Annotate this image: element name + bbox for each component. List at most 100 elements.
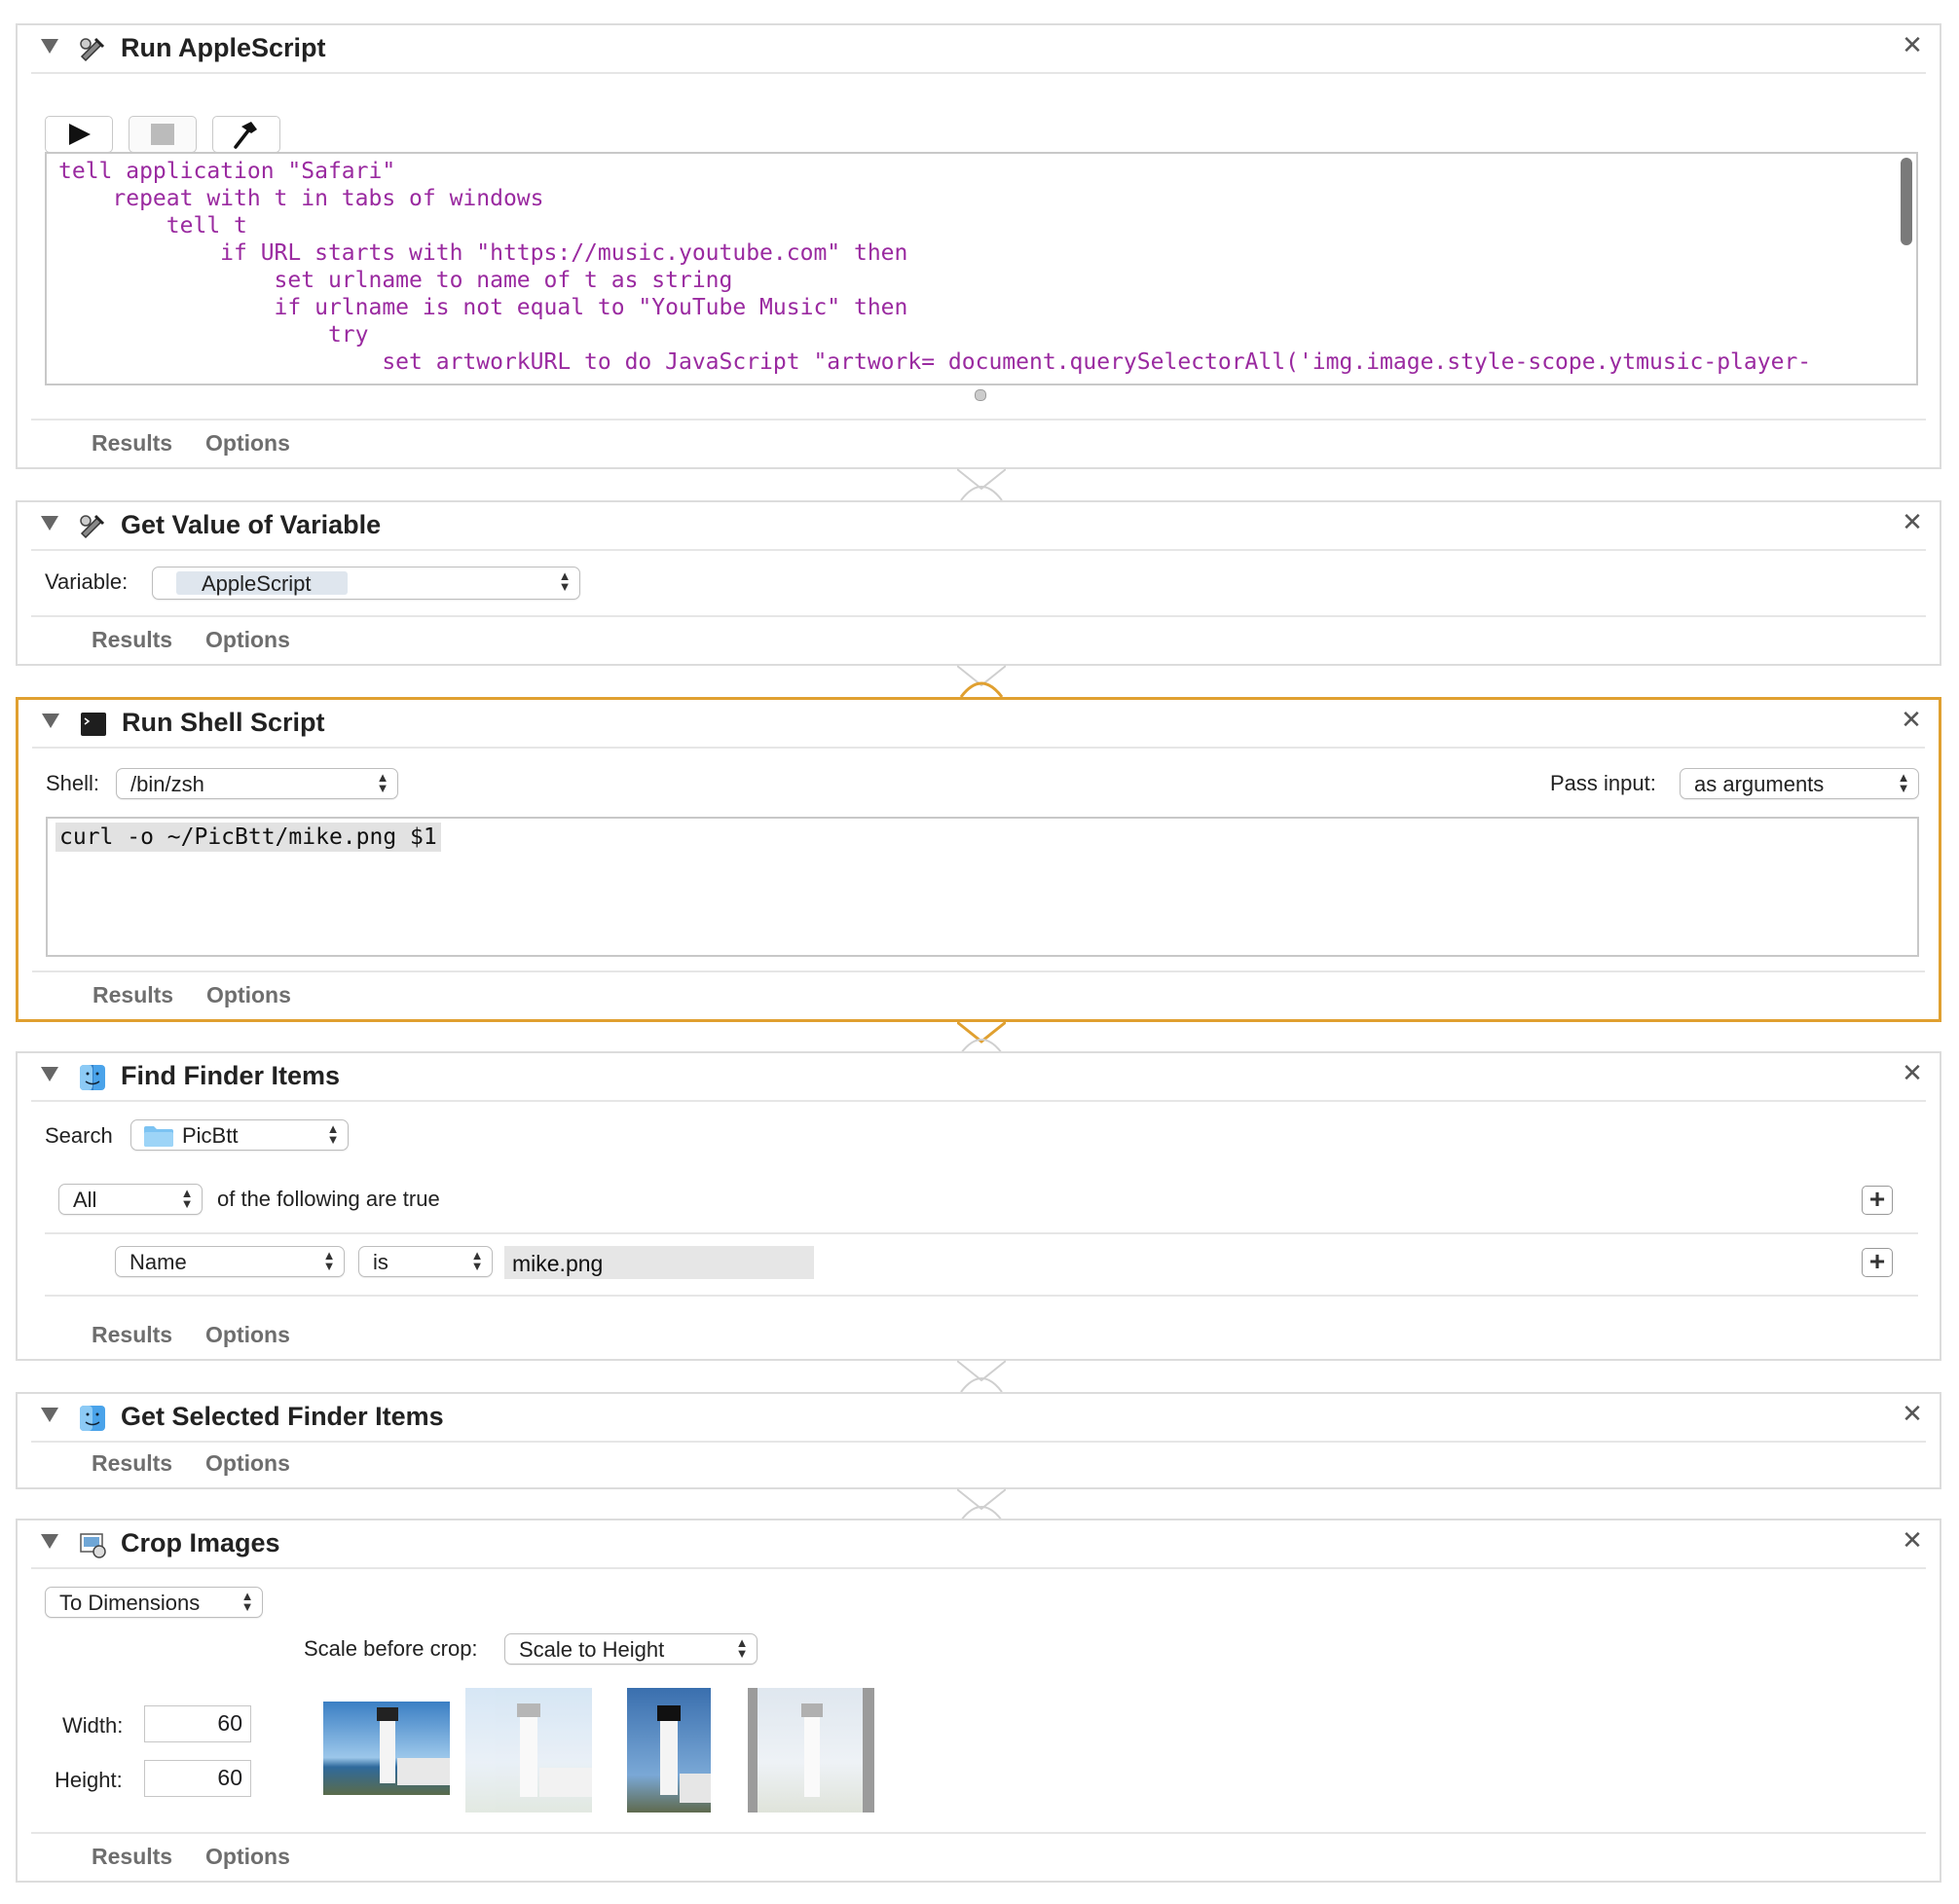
code-line: set urlname to name of t as string [58,268,733,293]
chevron-updown-icon: ▲ ▼ [322,1248,336,1273]
search-location-value: PicBtt [182,1123,239,1148]
action-header: Get Selected Finder Items ✕ [31,1394,1926,1443]
action-connector [957,468,1006,500]
shell-script-editor[interactable]: curl -o ~/PicBtt/mike.png $1 [46,817,1919,957]
add-criteria-button[interactable]: + [1862,1186,1893,1215]
run-applescript-action[interactable]: Run AppleScript ✕ tell application "Safa… [16,23,1941,469]
disclosure-triangle-icon[interactable] [41,516,58,531]
divider [45,1232,1918,1234]
chevron-updown-icon: ▲ ▼ [326,1121,340,1147]
action-header: Run AppleScript ✕ [31,25,1926,74]
match-popup[interactable]: All ▲ ▼ [58,1184,203,1215]
disclosure-triangle-icon[interactable] [41,39,58,54]
options-tab[interactable]: Options [206,982,291,1008]
preview-thumbnail [627,1688,711,1812]
scrollbar-thumb[interactable] [1901,158,1912,245]
options-tab[interactable]: Options [205,1844,290,1870]
run-shell-script-action[interactable]: Run Shell Script ✕ Shell: /bin/zsh ▲ ▼ Pa… [16,697,1941,1022]
variable-value: AppleScript [202,571,312,596]
stop-button[interactable] [129,116,197,153]
results-tab[interactable]: Results [92,1450,172,1477]
get-selected-finder-items-action[interactable]: Get Selected Finder Items ✕ Results Opti… [16,1392,1941,1489]
disclosure-triangle-icon[interactable] [41,1534,58,1549]
criteria-value-field[interactable]: mike.png [504,1246,814,1279]
action-header: Find Finder Items ✕ [31,1053,1926,1102]
find-finder-items-action[interactable]: Find Finder Items ✕ Search PicBtt ▲ ▼ All… [16,1051,1941,1361]
scale-before-crop-label: Scale before crop: [304,1636,478,1661]
results-tab[interactable]: Results [92,627,172,653]
disclosure-triangle-icon[interactable] [42,714,59,728]
action-footer: Results Options [31,1832,1926,1881]
chevron-updown-icon: ▲ ▼ [558,568,572,594]
chevron-updown-icon: ▲ ▼ [376,770,389,795]
code-line: if URL starts with "https://music.youtub… [58,240,908,266]
chevron-updown-icon: ▲ ▼ [180,1186,194,1211]
close-icon[interactable]: ✕ [1899,1059,1926,1086]
compile-button[interactable] [212,116,280,153]
get-value-of-variable-action[interactable]: Get Value of Variable ✕ Variable: AppleS… [16,500,1941,666]
divider [45,1295,1918,1297]
shell-popup[interactable]: /bin/zsh ▲ ▼ [116,768,398,799]
add-criteria-row-button[interactable]: + [1862,1248,1893,1277]
code-line: repeat with t in tabs of windows [58,186,544,211]
action-header: Run Shell Script ✕ [32,700,1925,749]
close-icon[interactable]: ✕ [1898,706,1925,733]
disclosure-triangle-icon[interactable] [41,1067,58,1081]
options-tab[interactable]: Options [205,1450,290,1477]
close-icon[interactable]: ✕ [1899,1400,1926,1427]
action-footer: Results Options [31,419,1926,467]
preview-thumbnail [465,1688,592,1812]
width-field[interactable]: 60 [144,1705,251,1742]
search-location-popup[interactable]: PicBtt ▲ ▼ [130,1119,349,1151]
action-connector [957,1020,1006,1053]
results-tab[interactable]: Results [92,1844,172,1870]
code-line: tell t [58,213,247,238]
height-field[interactable]: 60 [144,1760,251,1797]
results-tab[interactable]: Results [92,1322,172,1348]
action-connector [957,1360,1006,1392]
finder-icon [80,1406,105,1431]
results-tab[interactable]: Results [92,430,172,457]
close-icon[interactable]: ✕ [1899,1526,1926,1554]
action-footer: Results Options [32,970,1925,1019]
variable-popup[interactable]: AppleScript ▲ ▼ [152,567,580,600]
preview-thumbnail [748,1688,874,1812]
resize-handle[interactable] [975,389,986,401]
criteria-field-value: Name [129,1250,187,1274]
action-footer: Results Options [31,1312,1926,1359]
options-tab[interactable]: Options [205,627,290,653]
disclosure-triangle-icon[interactable] [41,1408,58,1422]
crop-mode-popup[interactable]: To Dimensions ▲ ▼ [45,1587,263,1618]
close-icon[interactable]: ✕ [1899,508,1926,535]
action-connector [957,665,1006,697]
run-button[interactable] [45,116,113,153]
criteria-operator-popup[interactable]: is ▲ ▼ [358,1246,493,1277]
scale-before-crop-popup[interactable]: Scale to Height ▲ ▼ [504,1633,758,1665]
variable-label: Variable: [45,569,129,594]
code-line: try [58,322,369,348]
results-tab[interactable]: Results [92,982,173,1008]
action-title: Run Shell Script [122,708,325,737]
play-icon [69,124,91,145]
finder-icon [80,1065,105,1090]
chevron-updown-icon: ▲ ▼ [470,1248,484,1273]
shell-label: Shell: [46,771,100,795]
options-tab[interactable]: Options [205,1322,290,1348]
action-title: Crop Images [121,1528,280,1557]
action-footer: Results Options [31,615,1926,664]
action-title: Run AppleScript [121,33,326,62]
close-icon[interactable]: ✕ [1899,31,1926,58]
action-header: Get Value of Variable ✕ [31,502,1926,551]
match-text: of the following are true [217,1187,440,1211]
options-tab[interactable]: Options [205,430,290,457]
crop-images-action[interactable]: Crop Images ✕ To Dimensions ▲ ▼ Scale bef… [16,1519,1941,1883]
shell-value: /bin/zsh [130,772,204,796]
match-value: All [73,1188,97,1212]
preview-icon [80,1533,106,1558]
width-label: Width: [62,1713,124,1738]
applescript-editor[interactable]: tell application "Safari" repeat with t … [45,152,1918,385]
chevron-updown-icon: ▲ ▼ [1897,770,1910,795]
pass-input-popup[interactable]: as arguments ▲ ▼ [1680,768,1919,799]
criteria-field-popup[interactable]: Name ▲ ▼ [115,1246,345,1277]
variable-icon [80,514,105,539]
